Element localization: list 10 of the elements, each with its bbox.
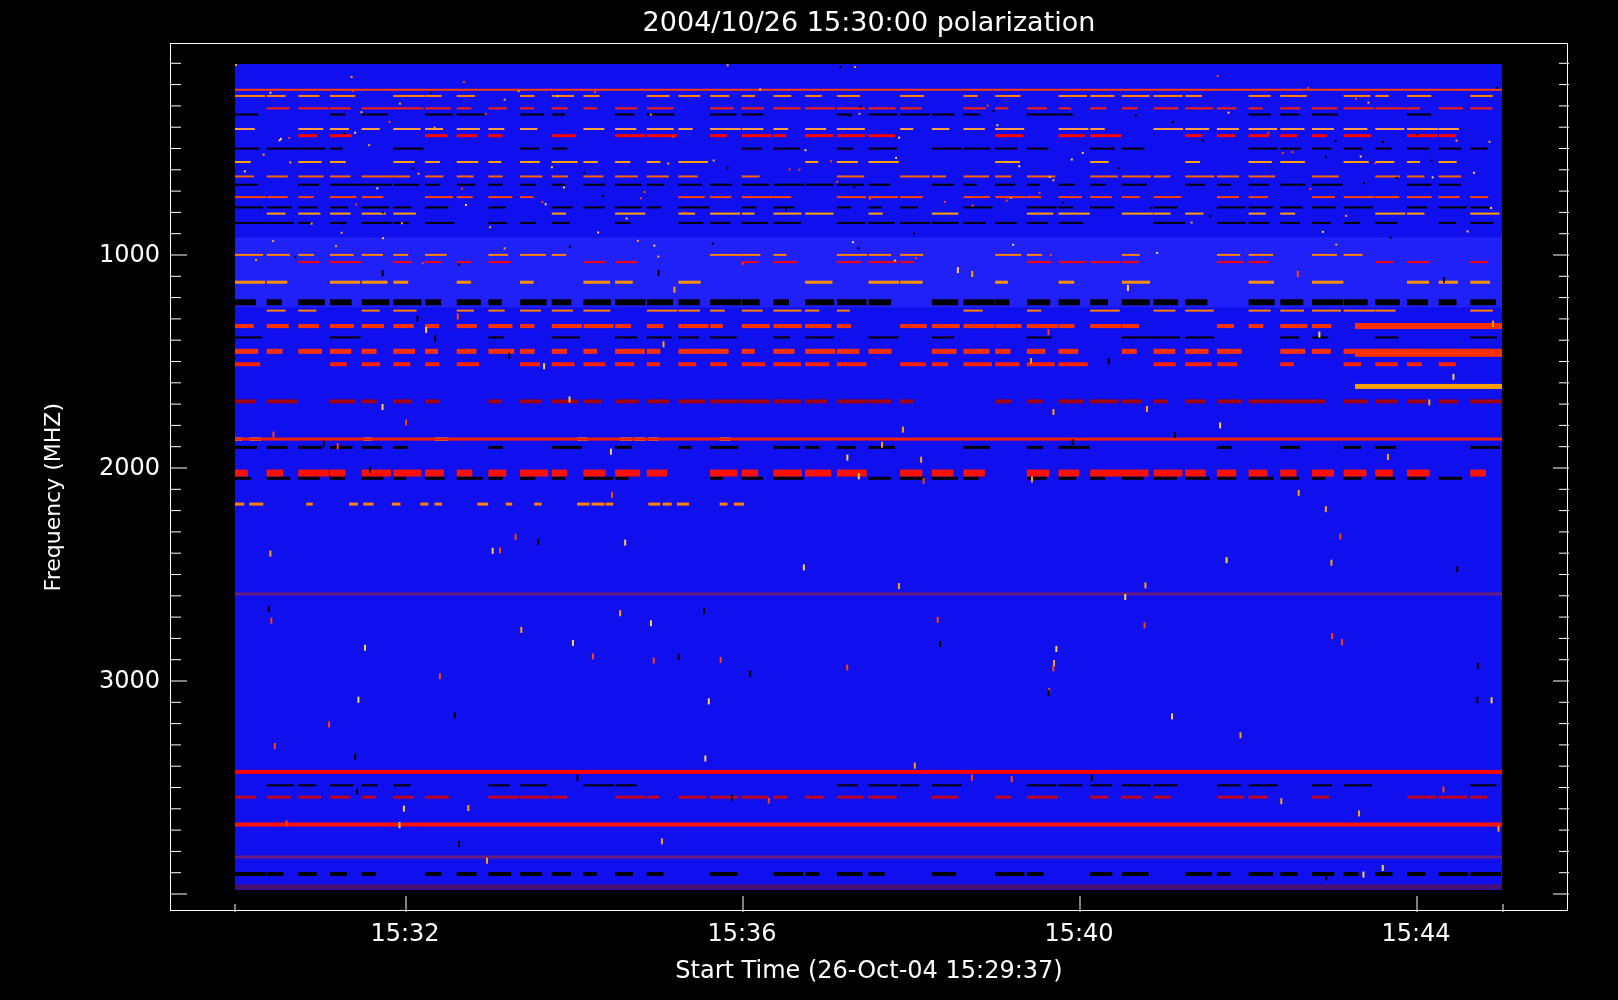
x-tick-label: 15:32 (370, 919, 440, 947)
x-tick-label: 15:40 (1044, 919, 1114, 947)
y-tick-label: 1000 (98, 240, 160, 268)
y-axis-label: Frequency (MHZ) (40, 403, 65, 592)
x-axis-label: Start Time (26-Oct-04 15:29:37) (675, 956, 1063, 984)
y-tick-label: 3000 (98, 666, 160, 694)
y-tick-label: 2000 (98, 453, 160, 481)
chart-title: 2004/10/26 15:30:00 polarization (642, 6, 1096, 37)
x-tick-label: 15:44 (1381, 919, 1451, 947)
x-tick-label: 15:36 (707, 919, 777, 947)
